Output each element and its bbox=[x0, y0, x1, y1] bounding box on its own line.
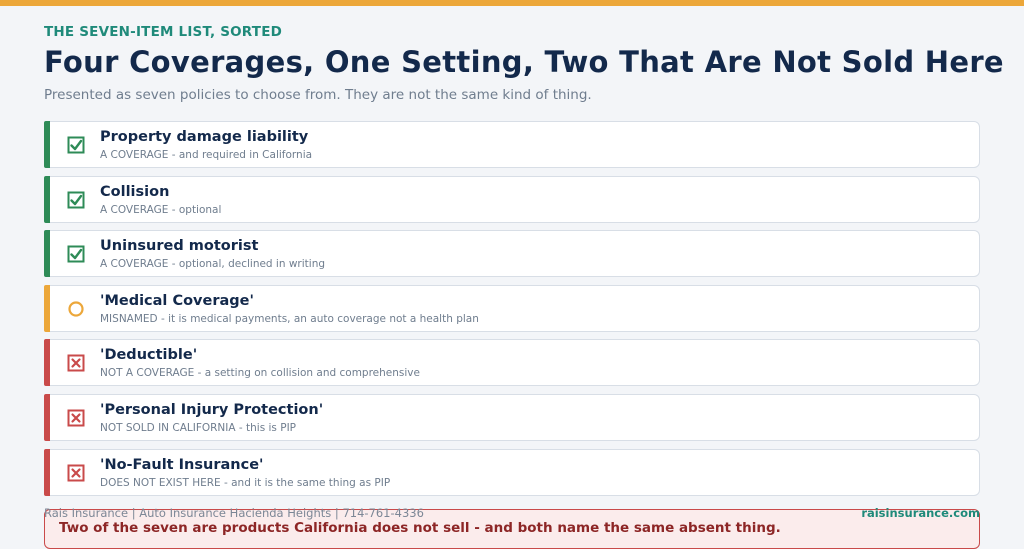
x-box-icon bbox=[67, 354, 85, 372]
item-name: Property damage liability bbox=[100, 129, 309, 145]
list-item: 'Medical Coverage' MISNAMED - it is medi… bbox=[44, 284, 980, 332]
x-box-icon bbox=[67, 409, 85, 427]
footer-info: Rais Insurance | Auto Insurance Hacienda… bbox=[44, 506, 424, 520]
item-name: 'Medical Coverage' bbox=[100, 292, 254, 309]
footer-website-link[interactable]: raisinsurance.com bbox=[861, 506, 980, 520]
callout-text: Two of the seven are products California… bbox=[59, 520, 781, 536]
item-description: A COVERAGE - and required in California bbox=[100, 149, 313, 161]
status-accent bbox=[44, 393, 50, 441]
list-item: Uninsured motorist A COVERAGE - optional… bbox=[44, 230, 980, 278]
item-name: Collision bbox=[100, 183, 170, 200]
status-accent bbox=[44, 448, 50, 496]
page-title: Four Coverages, One Setting, Two That Ar… bbox=[44, 45, 1004, 79]
list-item: Property damage liability A COVERAGE - a… bbox=[44, 121, 980, 168]
status-accent bbox=[44, 121, 50, 168]
item-description: A COVERAGE - optional, declined in writi… bbox=[100, 258, 326, 271]
checked-box-icon bbox=[67, 136, 85, 154]
item-description: NOT SOLD IN CALIFORNIA - this is PIP bbox=[100, 421, 297, 434]
item-description: MISNAMED - it is medical payments, an au… bbox=[100, 312, 479, 325]
item-name: 'Personal Injury Protection' bbox=[100, 401, 324, 418]
status-accent bbox=[44, 284, 50, 332]
checked-box-icon bbox=[67, 245, 85, 263]
list-item: 'Personal Injury Protection' NOT SOLD IN… bbox=[44, 393, 980, 441]
item-description: NOT A COVERAGE - a setting on collision … bbox=[100, 367, 420, 380]
x-box-icon bbox=[67, 464, 85, 482]
list-item: Collision A COVERAGE - optional bbox=[44, 175, 980, 223]
item-description: A COVERAGE - optional bbox=[100, 203, 222, 216]
status-accent bbox=[44, 339, 50, 387]
status-accent bbox=[44, 175, 50, 223]
coverage-list: Property damage liability A COVERAGE - a… bbox=[44, 121, 980, 503]
item-name: 'Deductible' bbox=[100, 347, 198, 364]
circle-icon bbox=[68, 301, 84, 317]
footer: Rais Insurance | Auto Insurance Hacienda… bbox=[44, 506, 980, 520]
item-description: DOES NOT EXIST HERE - and it is the same… bbox=[100, 476, 391, 489]
top-accent-bar bbox=[0, 0, 1024, 6]
item-name: 'No-Fault Insurance' bbox=[100, 456, 264, 473]
item-name: Uninsured motorist bbox=[100, 238, 259, 255]
list-item: 'No-Fault Insurance' DOES NOT EXIST HERE… bbox=[44, 448, 980, 496]
status-accent bbox=[44, 230, 50, 278]
checked-box-icon bbox=[67, 191, 85, 209]
eyebrow-label: THE SEVEN-ITEM LIST, SORTED bbox=[44, 24, 283, 40]
page-subtitle: Presented as seven policies to choose fr… bbox=[44, 87, 592, 103]
list-item: 'Deductible' NOT A COVERAGE - a setting … bbox=[44, 339, 980, 387]
